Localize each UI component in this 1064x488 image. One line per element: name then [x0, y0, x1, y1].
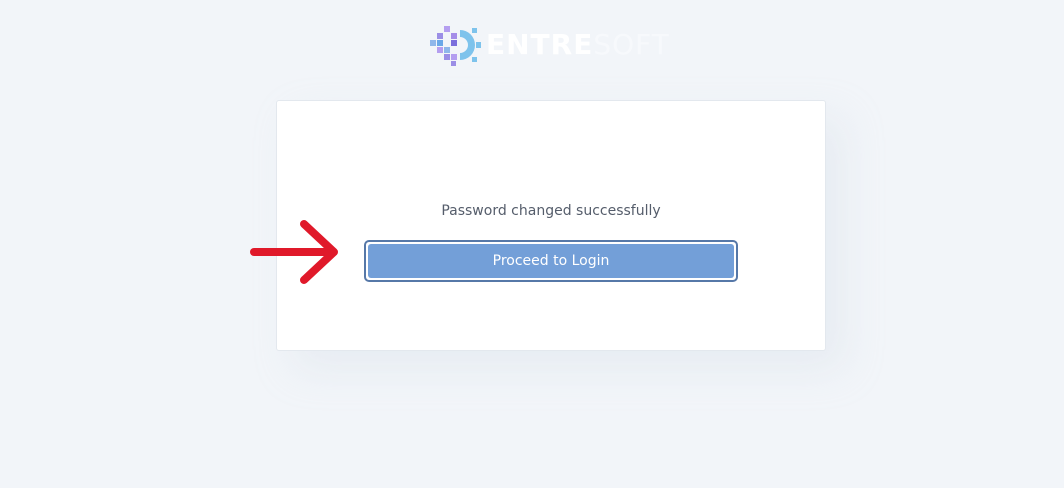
- logo-text-bold: ENTRE: [486, 28, 594, 61]
- red-arrow-icon: [250, 220, 338, 284]
- proceed-to-login-button[interactable]: Proceed to Login: [364, 240, 738, 282]
- proceed-to-login-label: Proceed to Login: [368, 244, 734, 278]
- success-message: Password changed successfully: [441, 203, 661, 219]
- logo-text-light: SOFT: [593, 28, 670, 61]
- entresoft-logo: ENTRESOFT: [430, 24, 670, 66]
- password-changed-card: Password changed successfully Proceed to…: [276, 100, 826, 351]
- logo-wordmark: ENTRESOFT: [486, 24, 670, 66]
- entresoft-logo-icon: [430, 26, 481, 66]
